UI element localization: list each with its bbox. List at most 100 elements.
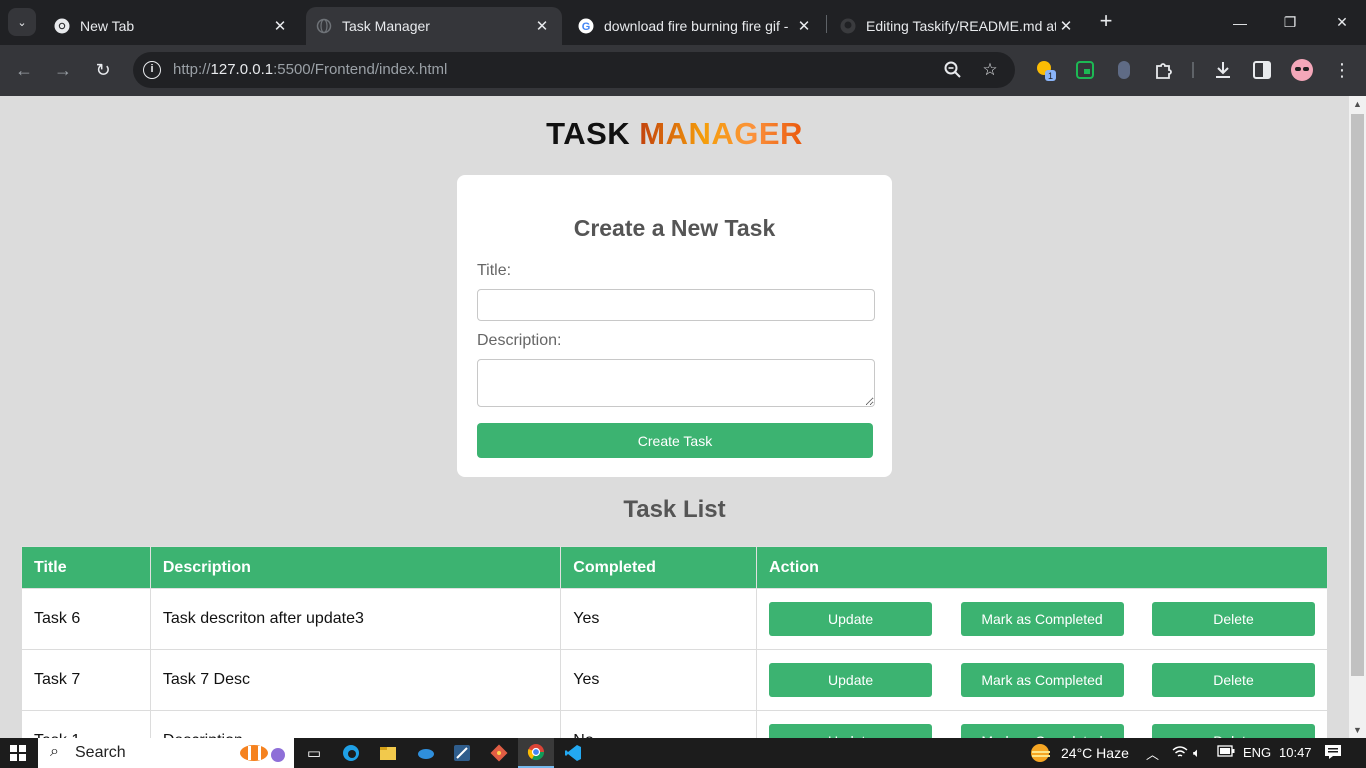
scroll-up-icon[interactable]: ▲ xyxy=(1349,96,1366,112)
update-button[interactable]: Update xyxy=(769,724,933,738)
menu-kebab-icon[interactable]: ⋮ xyxy=(1330,58,1354,82)
tab-github-readme[interactable]: Editing Taskify/README.md at m ✕ xyxy=(830,7,1086,45)
close-tab-icon[interactable]: ✕ xyxy=(1056,17,1076,35)
task-actions-cell: Update Mark as Completed Delete xyxy=(756,710,1328,738)
new-tab-button[interactable]: + xyxy=(1095,10,1117,32)
task-title-cell: Task 6 xyxy=(21,588,151,650)
clock-time[interactable]: 10:47 xyxy=(1279,745,1312,760)
extensions-puzzle-icon[interactable] xyxy=(1152,58,1176,82)
tab-search-button[interactable]: ⌄ xyxy=(8,8,36,36)
extension-green-icon[interactable] xyxy=(1073,58,1097,82)
task-description-cell: Task descriton after update3 xyxy=(149,588,562,650)
weather-icon[interactable] xyxy=(1028,743,1054,766)
file-explorer-icon[interactable] xyxy=(370,738,406,768)
chevron-up-icon[interactable]: ︿ xyxy=(1146,744,1159,763)
chevron-down-icon: ⌄ xyxy=(17,16,27,29)
page-viewport: TASK MANAGER Create a New Task Title: De… xyxy=(0,96,1349,738)
app-title: TASK MANAGER xyxy=(546,116,803,151)
site-info-icon[interactable]: i xyxy=(143,61,161,79)
tab-title: Task Manager xyxy=(342,18,430,34)
github-icon xyxy=(840,18,856,34)
extension-mouse-icon[interactable] xyxy=(1112,58,1136,82)
download-icon[interactable] xyxy=(1211,58,1235,82)
task-description-cell: Task 7 Desc xyxy=(149,649,562,711)
tab-task-manager[interactable]: Task Manager ✕ xyxy=(306,7,562,45)
delete-button[interactable]: Delete xyxy=(1152,724,1315,738)
task-view-icon[interactable]: ▭ xyxy=(296,738,332,768)
close-tab-icon[interactable]: ✕ xyxy=(270,17,290,35)
close-tab-icon[interactable]: ✕ xyxy=(532,17,552,35)
close-tab-icon[interactable]: ✕ xyxy=(794,17,814,35)
create-task-card: Create a New Task Title: Description: Cr… xyxy=(457,175,892,477)
create-task-button[interactable]: Create Task xyxy=(477,423,873,458)
tab-divider xyxy=(826,15,827,33)
onedrive-icon[interactable] xyxy=(407,738,443,768)
task-completed-cell: No xyxy=(560,710,758,738)
toolbar-divider xyxy=(1192,62,1194,78)
scroll-down-icon[interactable]: ▼ xyxy=(1349,722,1366,738)
globe-icon xyxy=(316,18,332,34)
vscode-icon[interactable] xyxy=(555,738,591,768)
profile-avatar-icon[interactable] xyxy=(1290,58,1314,82)
task-title-cell: Task 1 xyxy=(21,710,151,738)
chrome-taskbar-icon[interactable] xyxy=(518,738,554,768)
update-button[interactable]: Update xyxy=(769,663,933,697)
tab-title: Editing Taskify/README.md at m xyxy=(866,18,1056,34)
table-header-row: Title Description Completed Action xyxy=(21,546,1328,589)
task-title-cell: Task 7 xyxy=(21,649,151,711)
title-input[interactable] xyxy=(477,289,875,321)
reload-button[interactable]: ↻ xyxy=(90,57,116,83)
table-row: Task 6 Task descriton after update3 Yes … xyxy=(21,588,1328,650)
git-app-icon[interactable] xyxy=(481,738,517,768)
minimize-button[interactable]: — xyxy=(1216,0,1264,45)
windows-taskbar: ⌕ Search ▭ 24°C Haze ︿ 🔈︎ ENG 10:47 xyxy=(0,738,1366,768)
arrow-right-icon: → xyxy=(54,59,72,80)
remote-app-icon[interactable] xyxy=(444,738,480,768)
delete-button[interactable]: Delete xyxy=(1152,602,1315,636)
tab-fire-gif-search[interactable]: G download fire burning fire gif - ✕ xyxy=(568,7,824,45)
bookmark-star-icon[interactable]: ☆ xyxy=(980,60,1000,80)
table-row: Task 1 Description No Update Mark as Com… xyxy=(21,710,1328,738)
scrollbar-thumb[interactable] xyxy=(1351,114,1364,676)
side-panel-icon[interactable] xyxy=(1250,58,1274,82)
column-header-action: Action xyxy=(756,546,1328,589)
windows-start-icon[interactable] xyxy=(10,745,26,761)
description-label: Description: xyxy=(477,332,562,349)
google-icon: G xyxy=(578,18,594,34)
taskbar-search-box[interactable]: ⌕ Search xyxy=(38,738,294,768)
close-window-button[interactable]: ✕ xyxy=(1318,0,1366,45)
weather-text[interactable]: 24°C Haze xyxy=(1061,745,1129,761)
browser-toolbar: ← → ↻ i http://127.0.0.1:5500/Frontend/i… xyxy=(0,45,1366,96)
restore-button[interactable]: ❐ xyxy=(1266,0,1314,45)
task-completed-cell: Yes xyxy=(560,588,758,650)
notifications-icon[interactable] xyxy=(1324,744,1342,763)
page-scrollbar[interactable]: ▲ ▼ xyxy=(1349,96,1366,738)
language-indicator[interactable]: ENG xyxy=(1243,745,1271,760)
tab-new-tab[interactable]: New Tab ✕ xyxy=(44,7,300,45)
chrome-icon xyxy=(54,18,70,34)
wifi-icon[interactable] xyxy=(1172,745,1188,762)
task-actions-cell: Update Mark as Completed Delete xyxy=(756,588,1328,650)
mark-completed-button[interactable]: Mark as Completed xyxy=(960,602,1124,636)
svg-text:1: 1 xyxy=(1048,71,1053,81)
battery-icon[interactable] xyxy=(1217,745,1235,760)
minimize-icon: — xyxy=(1233,14,1247,31)
edge-icon[interactable] xyxy=(333,738,369,768)
browser-tabstrip: ⌄ New Tab ✕ Task Manager ✕ G download fi… xyxy=(0,0,1366,45)
extension-weather-icon[interactable]: 1 xyxy=(1034,58,1058,82)
address-bar[interactable]: i http://127.0.0.1:5500/Frontend/index.h… xyxy=(133,52,1015,88)
svg-text:G: G xyxy=(582,21,591,33)
task-description-cell: Description xyxy=(149,710,562,738)
mark-completed-button[interactable]: Mark as Completed xyxy=(960,663,1124,697)
zoom-icon[interactable] xyxy=(943,60,963,80)
delete-button[interactable]: Delete xyxy=(1152,663,1315,697)
tab-title: New Tab xyxy=(80,18,135,34)
url-text[interactable]: http://127.0.0.1:5500/Frontend/index.htm… xyxy=(173,61,447,78)
forward-button[interactable]: → xyxy=(50,57,76,83)
description-input[interactable] xyxy=(477,359,875,407)
create-task-heading: Create a New Task xyxy=(573,215,776,241)
mark-completed-button[interactable]: Mark as Completed xyxy=(960,724,1124,738)
back-button[interactable]: ← xyxy=(11,57,37,83)
volume-icon[interactable]: 🔈︎ xyxy=(1193,745,1201,761)
update-button[interactable]: Update xyxy=(769,602,933,636)
